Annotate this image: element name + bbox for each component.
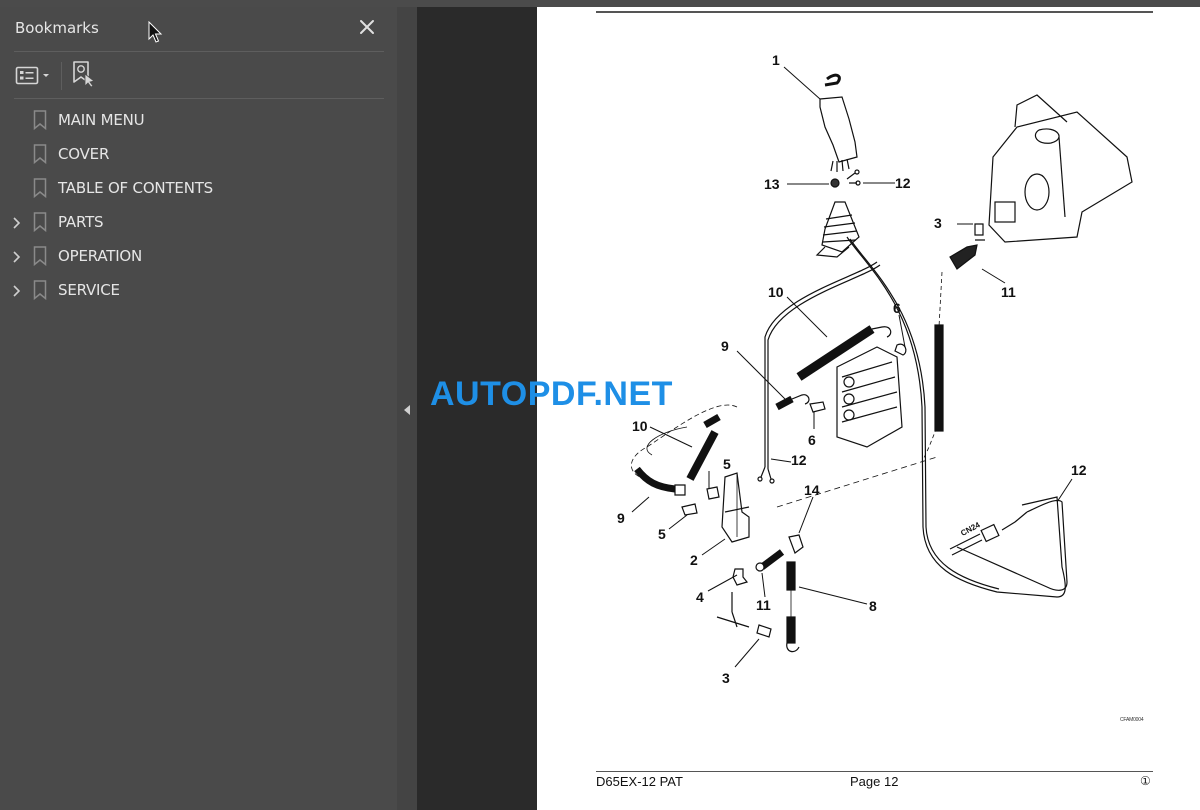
bookmarks-toolbar <box>0 52 397 98</box>
callout-12-middle: 12 <box>791 452 807 468</box>
find-current-bookmark-icon[interactable] <box>72 60 96 88</box>
mouse-pointer-icon <box>148 20 164 45</box>
bookmark-icon <box>33 110 47 131</box>
bookmark-label: TABLE OF CONTENTS <box>58 179 214 197</box>
bookmarks-header: Bookmarks <box>0 7 397 51</box>
watermark-text: AUTOPDF.NET <box>430 375 673 413</box>
chevron-right-icon[interactable] <box>10 249 24 263</box>
bookmark-icon <box>33 246 47 267</box>
callout-5-lower: 5 <box>658 526 666 542</box>
callout-11-lower: 11 <box>756 597 771 613</box>
footer-revision-mark: ① <box>1140 774 1151 788</box>
joystick-handle <box>819 96 858 163</box>
bookmark-table-of-contents[interactable]: TABLE OF CONTENTS <box>0 171 397 205</box>
bookmarks-panel: Bookmarks MAIN MENU COVER TABLE OF CONTE… <box>0 7 397 810</box>
bookmark-list: MAIN MENU COVER TABLE OF CONTENTS PARTS … <box>0 103 397 307</box>
callout-2: 2 <box>690 552 698 568</box>
callout-6: 6 <box>893 300 901 316</box>
footer-model: D65EX-12 PAT <box>596 774 683 789</box>
bookmark-label: MAIN MENU <box>58 111 145 129</box>
panel-splitter[interactable] <box>397 7 417 810</box>
callout-3-lower: 3 <box>722 670 730 686</box>
control-valve <box>836 346 903 448</box>
bookmark-icon <box>33 280 47 301</box>
toolbar-divider <box>14 98 384 99</box>
callout-3: 3 <box>934 215 942 231</box>
callout-9-lower: 9 <box>617 510 625 526</box>
callout-1: 1 <box>772 52 780 68</box>
callout-10-lower: 10 <box>632 418 648 434</box>
bookmark-label: OPERATION <box>58 247 143 265</box>
toolbar-separator <box>61 62 62 90</box>
collapse-left-arrow-icon[interactable] <box>403 401 411 415</box>
bookmark-label: SERVICE <box>58 281 120 299</box>
footer-page-number: Page 12 <box>850 774 899 789</box>
chevron-right-icon[interactable] <box>10 215 24 229</box>
callout-12: 12 <box>895 175 911 191</box>
chevron-right-icon[interactable] <box>10 283 24 297</box>
bookmark-parts[interactable]: PARTS <box>0 205 397 239</box>
callout-6-lower: 6 <box>808 432 816 448</box>
callout-8: 8 <box>869 598 877 614</box>
callout-14: 14 <box>804 482 820 498</box>
callout-9: 9 <box>721 338 729 354</box>
bookmark-cover[interactable]: COVER <box>0 137 397 171</box>
bookmark-label: COVER <box>58 145 110 163</box>
callout-12-harness: 12 <box>1071 462 1087 478</box>
rotate-arrow-icon <box>824 73 841 87</box>
callout-13: 13 <box>764 176 780 192</box>
diagram-code: CFAM0004 <box>1120 717 1144 723</box>
callout-10: 10 <box>768 284 784 300</box>
callout-5-upper: 5 <box>723 456 731 472</box>
bookmark-icon <box>33 178 47 199</box>
bookmark-icon <box>33 212 47 233</box>
bookmark-icon <box>33 144 47 165</box>
bookmark-operation[interactable]: OPERATION <box>0 239 397 273</box>
bookmark-service[interactable]: SERVICE <box>0 273 397 307</box>
page-footer-rule <box>596 771 1153 772</box>
bookmarks-title: Bookmarks <box>15 19 99 37</box>
bookmark-label: PARTS <box>58 213 104 231</box>
list-options-icon[interactable] <box>15 64 55 88</box>
close-icon[interactable] <box>356 16 378 38</box>
bookmark-main-menu[interactable]: MAIN MENU <box>0 103 397 137</box>
callout-4: 4 <box>696 589 704 605</box>
top-toolbar-strip <box>0 0 1200 7</box>
callout-11: 11 <box>1001 284 1016 300</box>
